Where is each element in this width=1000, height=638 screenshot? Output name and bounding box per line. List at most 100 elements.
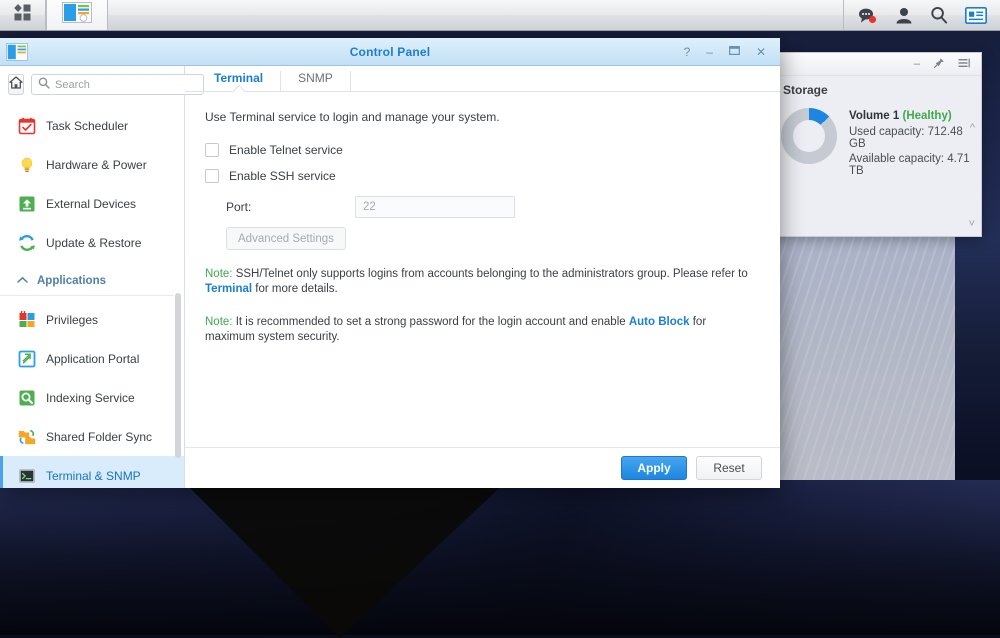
home-button[interactable]	[8, 74, 24, 95]
sidebar-item-label: Terminal & SNMP	[46, 468, 141, 483]
sidebar-scrollbar[interactable]	[175, 293, 181, 458]
sidebar-item-application-portal[interactable]: Application Portal	[0, 339, 184, 378]
sidebar-toolbar	[0, 66, 204, 103]
taskbar	[0, 0, 1000, 31]
volume-name: Volume 1 (Healthy)	[849, 110, 973, 122]
sidebar-item-label: Application Portal	[46, 351, 140, 366]
window-titlebar[interactable]: Control Panel ? – ✕	[0, 38, 780, 66]
chevron-down-icon[interactable]: ˅	[969, 218, 975, 230]
tab-terminal[interactable]: Terminal	[197, 71, 282, 91]
status-badge: (Healthy)	[902, 110, 952, 122]
taskbar-spacer	[108, 0, 843, 30]
sidebar-item-shared-folder-sync[interactable]: Shared Folder Sync	[0, 417, 184, 456]
folder-sync-icon	[17, 427, 36, 446]
terminal-settings-pane: Use Terminal service to login and manage…	[185, 92, 780, 447]
window-body: Task Scheduler Hardware & Power	[0, 66, 780, 488]
widget-title: Storage	[783, 83, 828, 97]
search-icon[interactable]	[930, 6, 948, 24]
search-box[interactable]	[31, 74, 204, 95]
lightbulb-icon	[17, 155, 36, 174]
sidebar-item-privileges[interactable]: Privileges	[0, 300, 184, 339]
enable-telnet-label[interactable]: Enable Telnet service	[229, 143, 343, 157]
grid-squares-icon	[12, 2, 33, 28]
sidebar-item-indexing-service[interactable]: Indexing Service	[0, 378, 184, 417]
terminal-link[interactable]: Terminal	[205, 283, 252, 295]
maximize-button[interactable]	[729, 45, 740, 58]
note-text-after: for more details.	[252, 283, 338, 296]
note-tag: Note:	[205, 315, 233, 328]
note-tag: Note:	[205, 268, 233, 280]
tab-bar: Terminal SNMP	[185, 66, 780, 92]
enable-ssh-label[interactable]: Enable SSH service	[229, 169, 336, 183]
port-label: Port:	[226, 200, 252, 214]
terminal-icon	[17, 466, 36, 485]
sidebar-item-external-devices[interactable]: External Devices	[0, 184, 184, 223]
notifications-icon[interactable]	[965, 6, 987, 24]
chevron-up-icon[interactable]: ^	[970, 122, 975, 134]
sidebar-group-label: Applications	[37, 274, 107, 287]
note-admin-group: Note: SSH/Telnet only supports logins fr…	[205, 267, 750, 298]
sidebar-group-applications[interactable]: Applications	[0, 266, 174, 296]
advanced-settings-button[interactable]: Advanced Settings	[226, 227, 346, 250]
sidebar-item-terminal-snmp[interactable]: Terminal & SNMP	[0, 456, 184, 488]
home-icon	[9, 75, 23, 94]
control-panel-window: Control Panel ? – ✕ Search Task Schedule…	[0, 38, 780, 488]
privileges-icon	[17, 310, 36, 329]
sidebar-item-task-scheduler[interactable]: Task Scheduler	[0, 106, 184, 145]
chat-icon[interactable]	[858, 7, 878, 24]
enable-telnet-checkbox[interactable]	[205, 143, 219, 157]
window-title: Control Panel	[349, 44, 431, 59]
search-icon	[38, 76, 50, 94]
widget-content: Volume 1 (Healthy) Used capacity: 712.48…	[771, 100, 981, 236]
list-menu-icon[interactable]	[958, 57, 970, 72]
main-menu-button[interactable]	[0, 0, 46, 30]
sidebar-item-label: Hardware & Power	[46, 157, 147, 172]
auto-block-link[interactable]: Auto Block	[629, 316, 690, 328]
main-pane: Terminal SNMP Use Terminal service to lo…	[185, 66, 780, 488]
app-portal-icon	[17, 349, 36, 368]
note-strong-password: Note: It is recommended to set a strong …	[205, 315, 750, 346]
storage-widget: – Storage Volume 1 (Healthy) Used capaci…	[770, 52, 982, 237]
storage-donut-chart	[781, 108, 837, 164]
sidebar-item-label: Task Scheduler	[46, 118, 129, 133]
available-capacity: Available capacity: 4.71 TB	[849, 153, 970, 177]
sidebar-item-label: Privileges	[46, 312, 99, 327]
telnet-row: Enable Telnet service	[205, 138, 760, 162]
sidebar-item-label: Update & Restore	[46, 235, 142, 250]
refresh-icon	[17, 233, 36, 252]
control-panel-icon	[62, 2, 92, 28]
minimize-button[interactable]: –	[706, 46, 713, 58]
help-button[interactable]: ?	[684, 46, 691, 58]
reset-button[interactable]: Reset	[696, 456, 762, 480]
calendar-check-icon	[17, 116, 36, 135]
search-input[interactable]	[55, 78, 197, 91]
sidebar-list: Task Scheduler Hardware & Power External…	[0, 103, 184, 488]
enable-ssh-checkbox[interactable]	[205, 169, 219, 183]
sidebar-item-hardware-power[interactable]: Hardware & Power	[0, 145, 184, 184]
sidebar-item-update-restore[interactable]: Update & Restore	[0, 223, 184, 262]
widget-minimize-button[interactable]: –	[914, 58, 920, 70]
port-row: Port:	[205, 196, 760, 218]
wallpaper-peak	[180, 478, 510, 638]
taskbar-control-panel-button[interactable]	[46, 0, 108, 30]
upload-box-icon	[17, 194, 36, 213]
port-input[interactable]	[355, 196, 515, 218]
window-controls: ? – ✕	[684, 45, 780, 58]
ssh-row: Enable SSH service	[205, 164, 760, 188]
apply-button[interactable]: Apply	[621, 456, 687, 480]
control-panel-icon	[0, 42, 34, 61]
sidebar-item-label: External Devices	[46, 196, 137, 211]
used-capacity: Used capacity: 712.48 GB	[849, 126, 963, 150]
chevron-up-icon	[17, 275, 28, 287]
pin-icon[interactable]	[933, 57, 945, 72]
sidebar-item-label: Indexing Service	[46, 390, 135, 405]
close-button[interactable]: ✕	[756, 46, 766, 58]
volume-label: Volume 1	[849, 110, 900, 122]
widget-text-block: Volume 1 (Healthy) Used capacity: 712.48…	[837, 104, 973, 236]
note-text-before: SSH/Telnet only supports logins from acc…	[232, 268, 748, 280]
window-footer: Apply Reset	[185, 447, 780, 488]
user-icon[interactable]	[895, 7, 913, 24]
sidebar: Task Scheduler Hardware & Power	[0, 66, 204, 488]
sidebar-item-label: Shared Folder Sync	[46, 429, 153, 444]
tab-snmp[interactable]: SNMP	[281, 71, 351, 91]
